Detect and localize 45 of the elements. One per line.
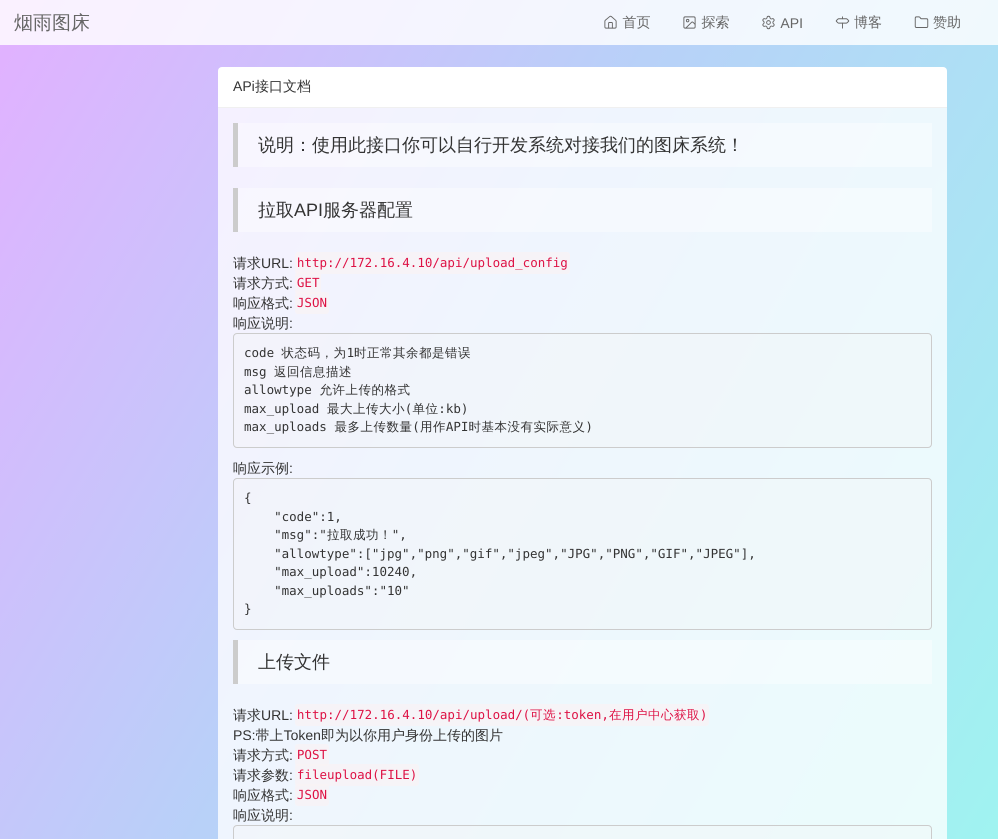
field-label: 响应格式: (233, 786, 293, 804)
code-line: "code":1, (273, 508, 343, 526)
field-label: 请求URL: (233, 254, 293, 273)
code-value: POST (294, 744, 329, 766)
code-value: http://172.16.4.10/api/upload_config (294, 252, 570, 274)
code-line: max_upload 最大上传大小(单位:kb) (244, 400, 470, 418)
image-icon (682, 15, 698, 30)
code-value: JSON (294, 292, 329, 314)
section-heading: 上传文件 (233, 640, 932, 684)
code-line: code 状态码，为1时正常其余都是错误 (244, 344, 472, 362)
text-line: 响应示例: (233, 459, 294, 478)
text-line: 响应说明: (233, 806, 294, 824)
code-value: http://172.16.4.10/api/upload/(可选:token,在用户中心获取) (294, 704, 710, 726)
brand-title: 烟雨图床 (14, 12, 90, 36)
code-value: fileupload(FILE) (294, 764, 420, 786)
note-text: 说明：使用此接口你可以自行开发系统对接我们的图床系统！ (233, 123, 932, 167)
code-line: } (244, 600, 253, 618)
nav-link[interactable]: 探索 (669, 14, 742, 32)
nav-link[interactable]: 赞助 (901, 14, 974, 32)
code-line: msg 返回信息描述 (244, 362, 354, 381)
code-line: max_uploads 最多上传数量(用作API时基本没有实际意义) (244, 418, 594, 436)
code-value: JSON (294, 784, 329, 806)
text-line: 响应说明: (233, 314, 294, 333)
field-label: 请求方式: (233, 746, 293, 764)
code-line: allowtype 允许上传的格式 (244, 381, 412, 399)
code-line: { (244, 489, 253, 507)
field-label: 请求URL: (233, 706, 293, 724)
code-line: "allowtype":["jpg","png","gif","jpeg","JPG","PNG","GIF","JPEG"], (273, 544, 757, 563)
code-line: "msg":"拉取成功！", (273, 526, 408, 544)
nav-link[interactable]: 首页 (590, 14, 664, 32)
folder-icon (914, 15, 929, 30)
code-value: GET (294, 272, 322, 294)
nav-link[interactable]: API (748, 14, 816, 32)
field-label: 响应格式: (233, 294, 293, 313)
section-heading: 拉取API服务器配置 (233, 188, 932, 232)
text-line: PS:带上Token即为以你用户身份上传的图片 (233, 726, 504, 744)
home-icon (603, 15, 618, 30)
field-label: 请求方式: (233, 274, 293, 293)
nav-link[interactable]: 博客 (822, 14, 895, 32)
settings-icon (761, 15, 776, 30)
code-line: "max_upload":10240, (273, 563, 418, 581)
signpost-icon (835, 15, 850, 30)
field-label: 请求参数: (233, 766, 293, 784)
card-title: APi接口文档 (218, 67, 947, 108)
code-line: "max_uploads":"10" (273, 582, 411, 600)
